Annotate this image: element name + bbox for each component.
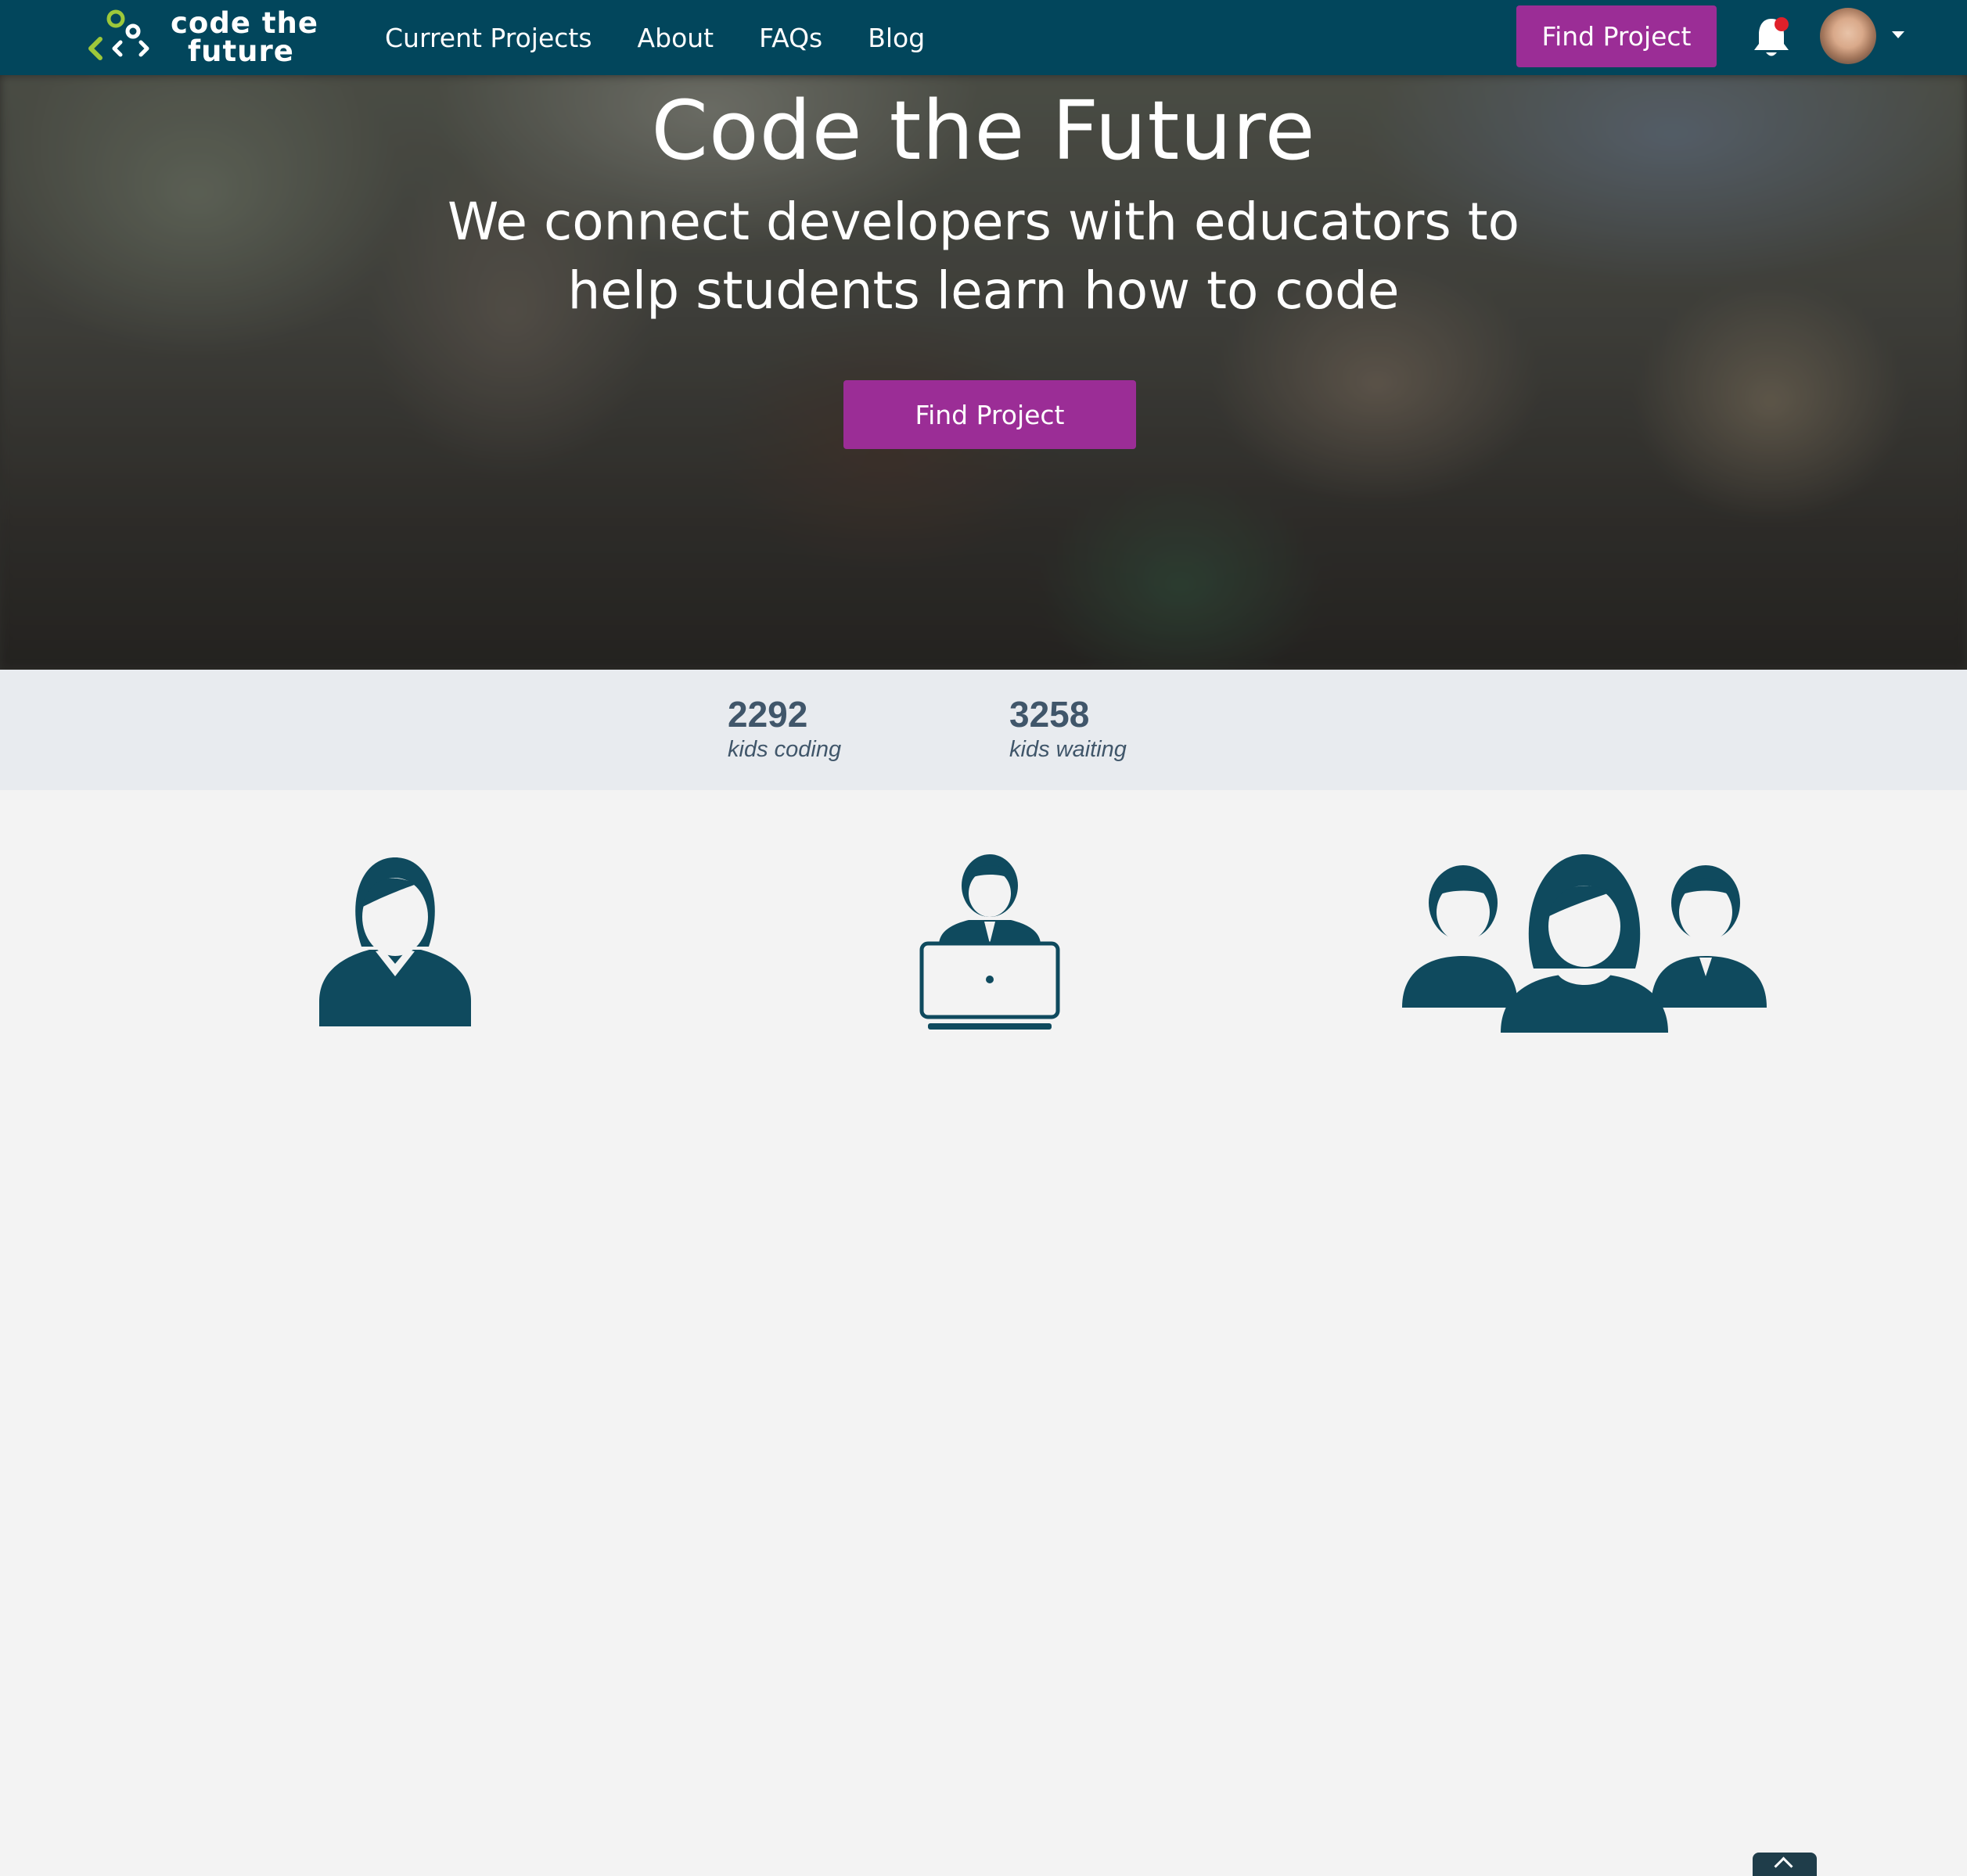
hero-subtitle: We connect developers with educators to … <box>447 192 1519 321</box>
stat-label: kids waiting <box>1009 737 1127 762</box>
stat-kids-waiting: 3258 kids waiting <box>1009 693 1127 764</box>
students-group-icon <box>1402 854 1767 1033</box>
hero-section: Code the Future We connect developers wi… <box>0 75 1967 670</box>
chevron-down-icon[interactable] <box>1892 31 1904 38</box>
main-nav: Current Projects About FAQs Blog <box>385 0 970 75</box>
stat-label: kids coding <box>728 737 842 762</box>
stats-bar: 2292 kids coding 3258 kids waiting <box>0 670 1967 790</box>
stat-number: 2292 <box>728 694 808 735</box>
notifications-button[interactable] <box>1751 16 1792 59</box>
educator-icon <box>319 857 471 1026</box>
nav-link-blog[interactable]: Blog <box>868 23 925 53</box>
hero-find-project-button[interactable]: Find Project <box>843 380 1136 449</box>
nav-link-faqs[interactable]: FAQs <box>759 23 822 53</box>
logo-line-2: future <box>188 34 294 68</box>
stat-number: 3258 <box>1009 694 1090 735</box>
nav-find-project-button[interactable]: Find Project <box>1516 5 1717 67</box>
nav-link-current-projects[interactable]: Current Projects <box>385 23 592 53</box>
stat-kids-coding: 2292 kids coding <box>728 693 841 764</box>
logo-wordmark: code the future <box>171 9 318 66</box>
site-logo[interactable]: code the future <box>85 6 319 69</box>
developer-laptop-icon <box>919 854 1060 1030</box>
logo-mark-icon <box>88 9 149 60</box>
hero-title: Code the Future <box>651 83 1316 178</box>
notification-dot <box>1775 17 1789 31</box>
features-section <box>0 790 1967 1876</box>
top-navbar: code the future Current Projects About F… <box>0 0 1967 75</box>
nav-link-about[interactable]: About <box>638 23 714 53</box>
logo-line-1: code the <box>171 6 318 40</box>
user-avatar[interactable] <box>1820 8 1876 64</box>
scroll-to-top-button[interactable] <box>1753 1853 1817 1876</box>
